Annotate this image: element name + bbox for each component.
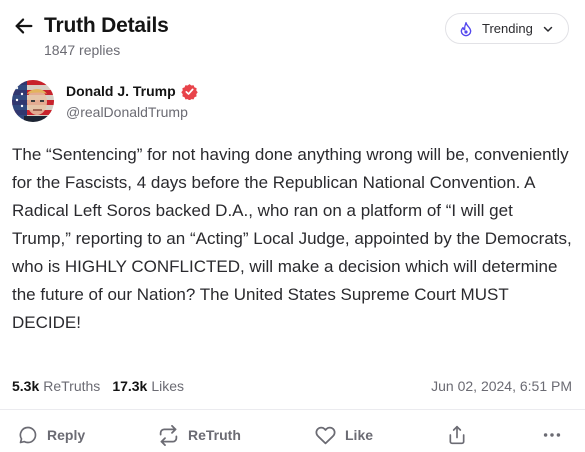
post-stats: 5.3k ReTruths 17.3k Likes Jun 02, 2024, 6:… <box>12 376 572 396</box>
post-timestamp: Jun 02, 2024, 6:51 PM <box>431 378 572 394</box>
trending-label: Trending <box>482 21 533 36</box>
retruth-button[interactable]: ReTruth <box>158 421 241 449</box>
trending-dropdown[interactable]: Trending <box>445 13 569 44</box>
more-options-button[interactable] <box>541 421 572 449</box>
likes-stat[interactable]: 17.3k Likes <box>112 378 184 394</box>
page-header: Truth Details 1847 replies Trending <box>0 0 585 66</box>
retruth-label: ReTruth <box>188 427 241 443</box>
repost-icon <box>158 424 179 446</box>
arrow-left-icon <box>15 18 33 34</box>
retruths-label: ReTruths <box>43 378 101 394</box>
back-button[interactable] <box>12 14 36 38</box>
verified-badge-icon <box>180 83 198 100</box>
heart-icon <box>315 425 336 446</box>
post-author: Donald J. Trump @realDonaldTrump <box>12 80 198 122</box>
avatar[interactable] <box>12 80 54 122</box>
divider <box>0 409 585 410</box>
author-name-row: Donald J. Trump <box>66 83 198 100</box>
flame-icon <box>458 21 474 37</box>
post-body: The “Sentencing” for not having done any… <box>12 145 572 332</box>
reply-button[interactable]: Reply <box>18 421 85 449</box>
replies-count: 1847 replies <box>44 42 121 58</box>
more-horizontal-icon <box>541 424 563 446</box>
author-handle: @realDonaldTrump <box>66 103 188 120</box>
share-icon <box>447 424 467 446</box>
post-actions: Reply ReTruth Like <box>0 421 585 449</box>
chevron-down-icon <box>542 23 554 35</box>
likes-count: 17.3k <box>112 378 148 394</box>
retruths-stat[interactable]: 5.3k ReTruths <box>12 378 100 394</box>
page-title: Truth Details <box>44 14 169 37</box>
like-button[interactable]: Like <box>315 421 373 449</box>
like-label: Like <box>345 427 374 443</box>
comment-icon <box>18 425 38 445</box>
share-button[interactable] <box>447 421 476 449</box>
retruths-count: 5.3k <box>12 378 40 394</box>
author-info: Donald J. Trump @realDonaldTrump <box>66 83 198 120</box>
reply-label: Reply <box>47 427 86 443</box>
author-name[interactable]: Donald J. Trump <box>66 83 176 99</box>
likes-label: Likes <box>151 378 185 394</box>
